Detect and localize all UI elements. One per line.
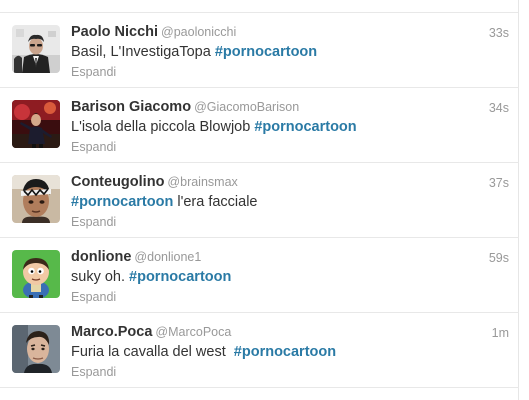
tweet-timestamp[interactable]: 37s (489, 174, 509, 192)
hashtag-link[interactable]: #pornocartoon (234, 344, 336, 360)
tweet-header: donlione @donlione1 (71, 248, 201, 266)
hashtag-link[interactable]: #pornocartoon (215, 44, 317, 60)
expand-link[interactable]: Espandi (71, 214, 116, 230)
tweet-timestamp[interactable]: 33s (489, 24, 509, 42)
tweet-text-after: l'era facciale (173, 194, 258, 210)
tweet-fullname[interactable]: Marco.Poca (71, 324, 152, 340)
avatar-cartoon-character-icon (12, 250, 60, 298)
tweet-text: Furia la cavalla del west #pornocartoon (71, 343, 336, 362)
avatar-photo-red-scene-icon (12, 100, 60, 148)
expand-link[interactable]: Espandi (71, 64, 116, 80)
tweet-username[interactable]: @brainsmax (167, 175, 237, 189)
avatar[interactable] (12, 100, 60, 148)
tweet-text: Basil, L'InvestigaTopa #pornocartoon (71, 43, 317, 62)
tweet-username[interactable]: @paolonicchi (161, 25, 236, 39)
tweet-item[interactable]: Barison Giacomo @GiacomoBarison 34s L'iso… (0, 88, 519, 163)
tweet-header: Paolo Nicchi @paolonicchi (71, 23, 236, 41)
expand-link[interactable]: Espandi (71, 364, 116, 380)
tweet-item[interactable]: donlione @donlione1 59s suky oh. #pornoca… (0, 238, 519, 313)
tweet-text-before: L'isola della piccola Blowjob (71, 119, 255, 135)
expand-link[interactable]: Espandi (71, 139, 116, 155)
tweet-text-before: suky oh. (71, 269, 130, 285)
tweet-header: Marco.Poca @MarcoPoca (71, 323, 231, 341)
tweet-text: suky oh. #pornocartoon (71, 268, 231, 287)
tweet-timestamp[interactable]: 34s (489, 99, 509, 117)
tweet-text-before: Furia la cavalla del west (71, 344, 234, 360)
tweet-item[interactable]: Marco.Poca @MarcoPoca 1m Furia la cavalla… (0, 313, 519, 388)
tweet-header: Conteugolino @brainsmax (71, 173, 238, 191)
tweet-timeline: Paolo Nicchi @paolonicchi 33s Basil, L'In… (0, 0, 519, 400)
tweet-timestamp[interactable]: 1m (492, 324, 509, 342)
avatar-photo-man-portrait-icon (12, 325, 60, 373)
tweet-fullname[interactable]: Paolo Nicchi (71, 24, 158, 40)
avatar[interactable] (12, 175, 60, 223)
tweet-header: Barison Giacomo @GiacomoBarison (71, 98, 299, 116)
hashtag-link[interactable]: #pornocartoon (129, 269, 231, 285)
tweet-text: #pornocartoon l'era facciale (71, 193, 257, 212)
tweet-username[interactable]: @GiacomoBarison (194, 100, 299, 114)
tweet-text-before: Basil, L'InvestigaTopa (71, 44, 215, 60)
tweet-username[interactable]: @MarcoPoca (155, 325, 231, 339)
expand-link[interactable]: Espandi (71, 289, 116, 305)
hashtag-link[interactable]: #pornocartoon (71, 194, 173, 210)
tweet-fullname[interactable]: Conteugolino (71, 174, 164, 190)
tweet-item[interactable]: Paolo Nicchi @paolonicchi 33s Basil, L'In… (0, 13, 519, 88)
avatar[interactable] (12, 250, 60, 298)
avatar-photo-man-headband-icon (12, 175, 60, 223)
tweet-timestamp[interactable]: 59s (489, 249, 509, 267)
tweet-text: L'isola della piccola Blowjob #pornocart… (71, 118, 357, 137)
tweet-fullname[interactable]: donlione (71, 249, 131, 265)
tweet-fullname[interactable]: Barison Giacomo (71, 99, 191, 115)
avatar[interactable] (12, 325, 60, 373)
tweet-item[interactable]: Conteugolino @brainsmax 37s #pornocartoon… (0, 163, 519, 238)
tweet-username[interactable]: @donlione1 (134, 250, 201, 264)
avatar[interactable] (12, 25, 60, 73)
hashtag-link[interactable]: #pornocartoon (254, 119, 356, 135)
avatar-photo-man-suit-icon (12, 25, 60, 73)
